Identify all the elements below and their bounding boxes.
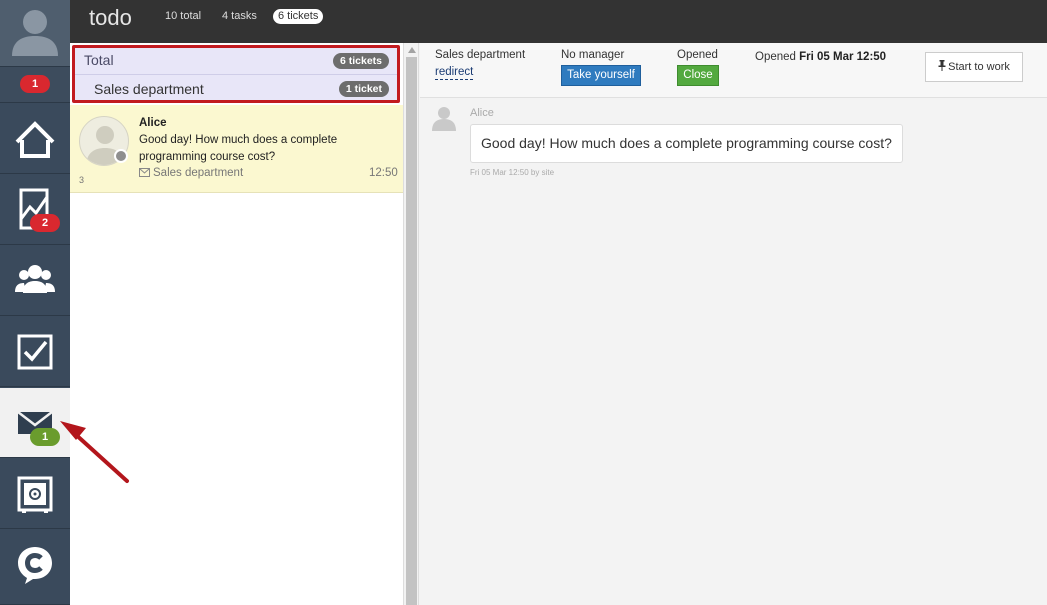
group-total[interactable]: Total 6 tickets (75, 48, 397, 75)
home-icon (15, 121, 55, 158)
offline-status-dot (114, 149, 128, 163)
sidebar-item-safe[interactable] (0, 459, 70, 529)
take-yourself-button[interactable]: Take yourself (561, 65, 641, 86)
chat-author: Alice (470, 107, 494, 119)
sidebar-item-tickets[interactable]: 1 (0, 388, 70, 458)
users-icon (15, 265, 55, 293)
opened-date: Fri 05 Mar 12:50 (799, 51, 887, 63)
group-sales-label: Sales department (94, 81, 204, 97)
manager-status: No manager (561, 49, 625, 61)
ticket-list-item[interactable]: Alice Good day! How much does a complete… (70, 105, 403, 193)
user-badge: 1 (20, 75, 50, 93)
redirect-link[interactable]: redirect (435, 66, 474, 80)
ticket-author: Alice (139, 117, 167, 129)
chat-message-meta: Fri 05 Mar 12:50 by site (470, 168, 555, 177)
user-silhouette-icon (432, 107, 456, 131)
group-sales-department[interactable]: Sales department 1 ticket (75, 75, 397, 101)
envelope-icon (17, 411, 53, 434)
stat-total[interactable]: 10 total (165, 10, 201, 22)
ticket-detail-header: Sales department redirect No manager Tak… (420, 43, 1047, 98)
sidebar: 1 2 1 (0, 0, 70, 605)
sidebar-item-home[interactable] (0, 104, 70, 174)
group-sales-count: 1 ticket (338, 81, 389, 97)
scroll-up-icon[interactable] (408, 47, 416, 53)
group-total-count: 6 tickets (332, 53, 389, 69)
group-total-label: Total (84, 52, 114, 68)
tickets-badge: 1 (30, 428, 60, 446)
sidebar-item-clients[interactable] (0, 246, 70, 316)
top-bar: todo 10 total 4 tasks 6 tickets (70, 0, 1047, 43)
sidebar-item-stats[interactable]: 2 (0, 175, 70, 245)
panel-scrollbar[interactable] (403, 43, 419, 605)
opened-prefix: Opened (755, 51, 796, 63)
ticket-department: Sales department (139, 167, 243, 179)
opened-timestamp: Opened Fri 05 Mar 12:50 (755, 51, 886, 63)
envelope-icon (139, 168, 150, 177)
ticket-message: Good day! How much does a complete progr… (139, 134, 338, 163)
sidebar-item-tasks[interactable] (0, 317, 70, 387)
ticket-number: 3 (79, 175, 85, 185)
start-to-work-label: Start to work (948, 61, 1010, 73)
sidebar-item-logo[interactable] (0, 530, 70, 605)
user-avatar[interactable] (0, 0, 70, 67)
user-notification-area: 1 (0, 67, 70, 103)
c-logo-icon (18, 547, 52, 584)
stats-badge: 2 (30, 214, 60, 232)
stat-tickets[interactable]: 6 tickets (273, 9, 324, 24)
pin-icon (938, 60, 946, 71)
ticket-time: 12:50 (369, 167, 398, 179)
chat-message-bubble: Good day! How much does a complete progr… (470, 124, 903, 163)
close-button[interactable]: Close (677, 65, 719, 86)
chat-area: Alice Good day! How much does a complete… (420, 98, 1047, 605)
checkbox-icon (17, 334, 53, 370)
ticket-status: Opened (677, 49, 718, 61)
ticket-list-panel: Total 6 tickets Sales department 1 ticke… (70, 43, 403, 605)
ticket-department-label: Sales department (153, 167, 244, 179)
group-filter-box: Total 6 tickets Sales department 1 ticke… (72, 45, 400, 103)
user-silhouette-icon (12, 10, 58, 56)
safe-icon (17, 476, 53, 513)
detail-department: Sales department (435, 49, 526, 61)
page-title: todo (89, 5, 132, 30)
chart-icon (19, 188, 49, 230)
start-to-work-button[interactable]: Start to work (925, 52, 1023, 82)
stat-tasks[interactable]: 4 tasks (222, 10, 257, 22)
scrollbar-thumb[interactable] (406, 57, 417, 605)
